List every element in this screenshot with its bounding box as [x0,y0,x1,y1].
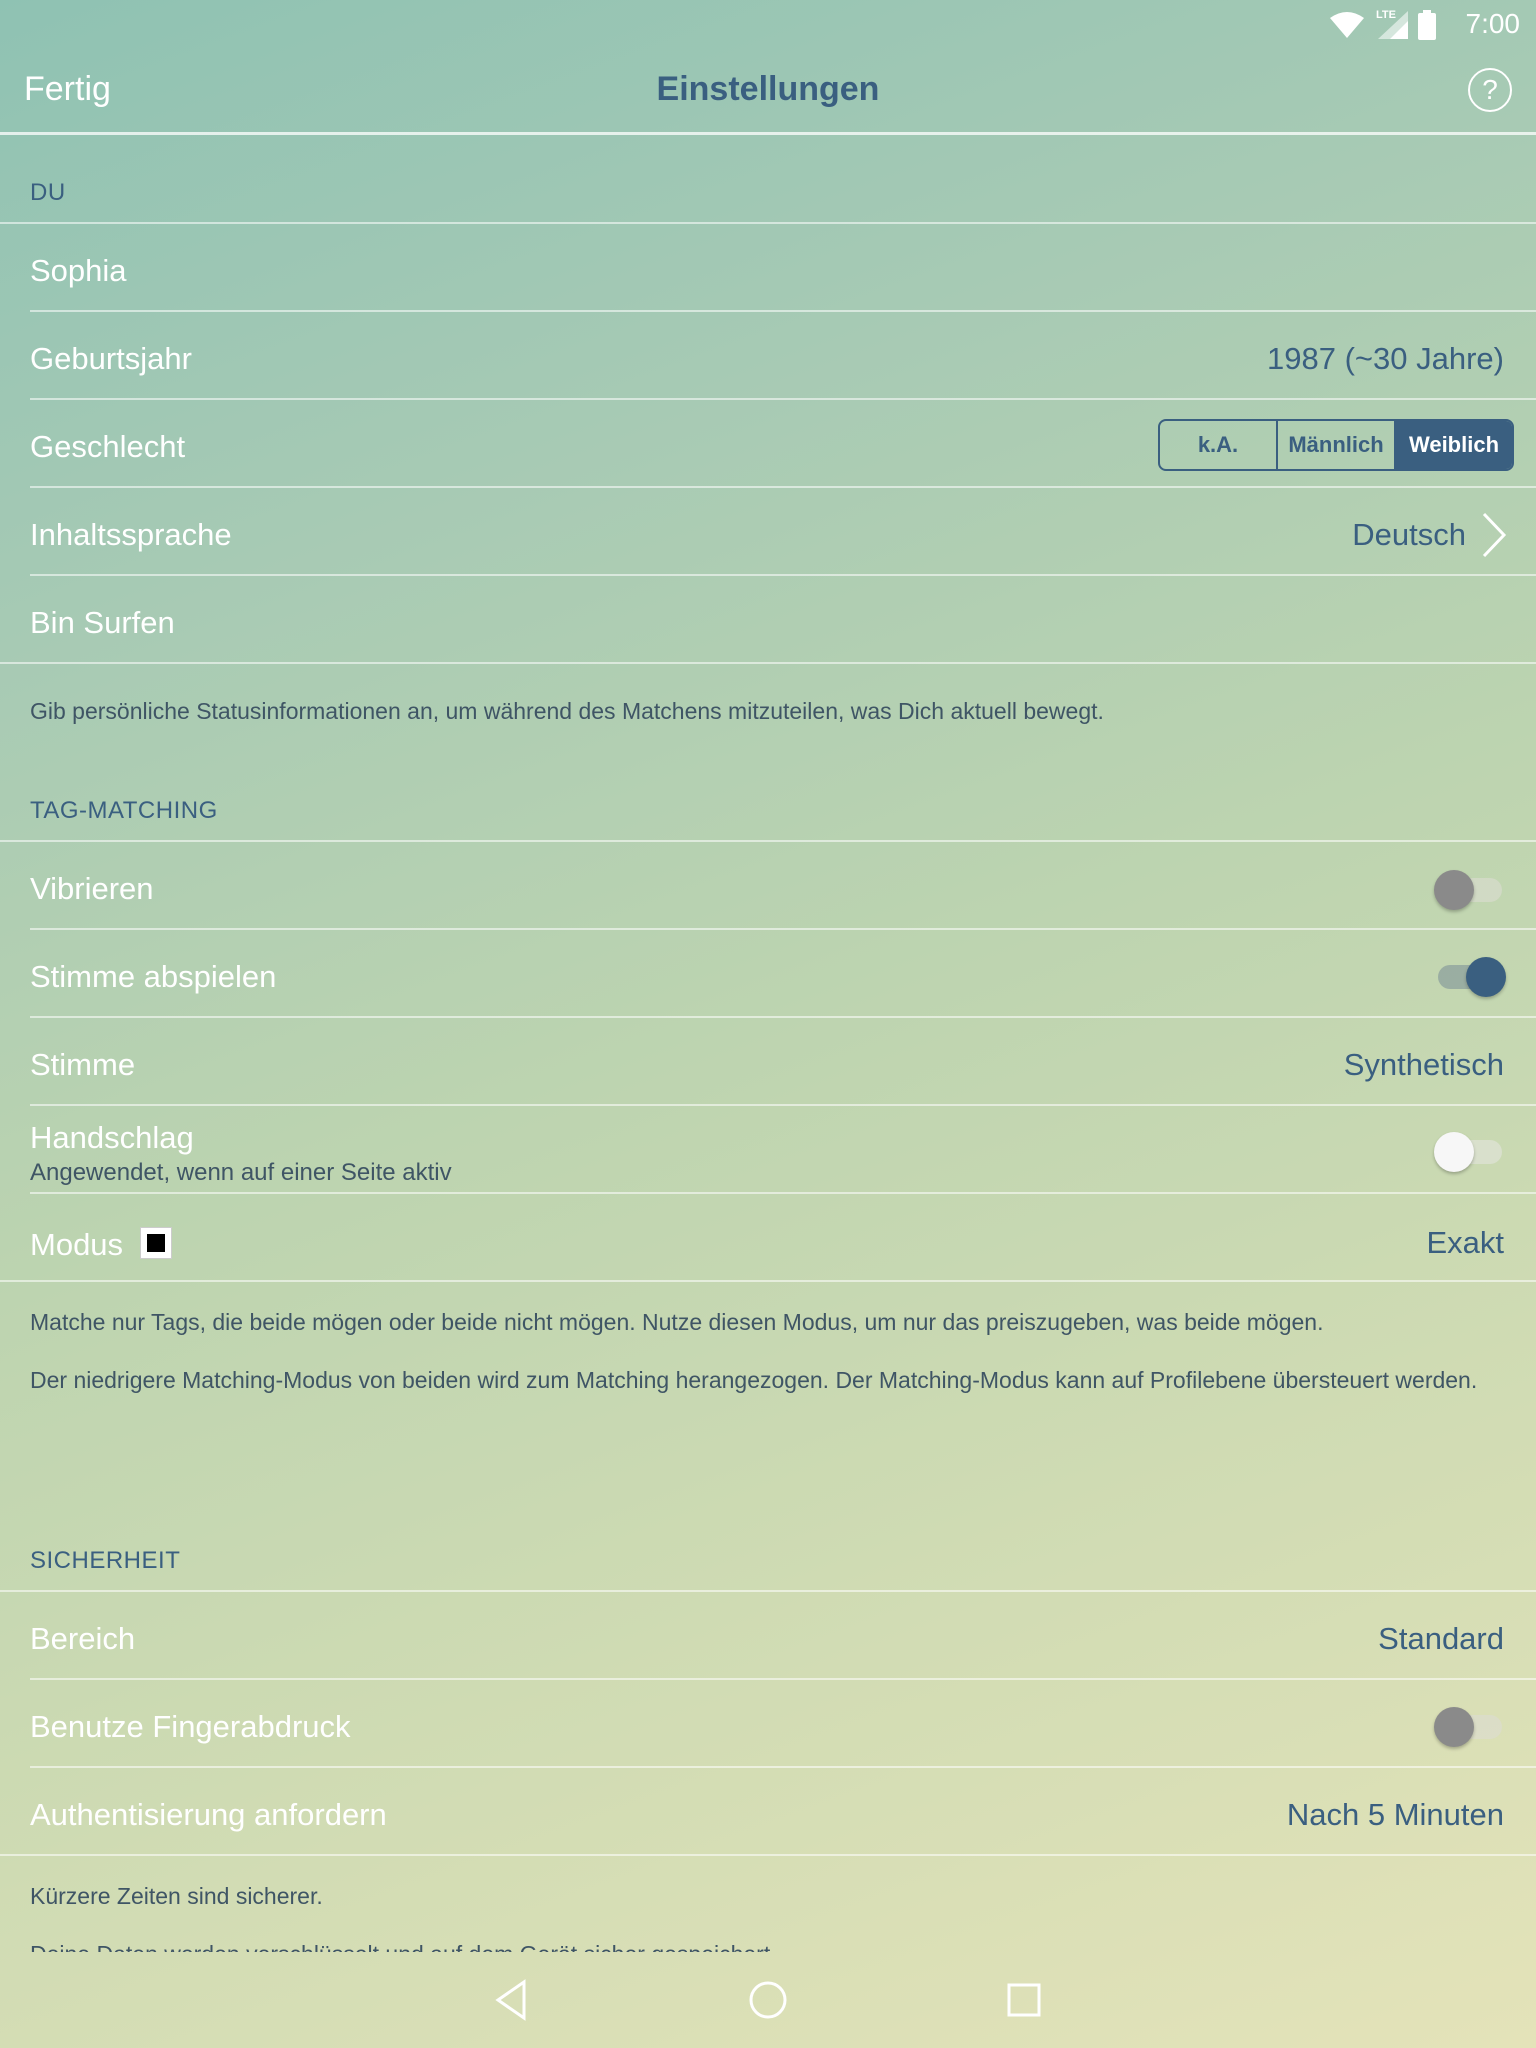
status-icons: LTE [1330,9,1436,40]
mode-label: Modus [30,1227,124,1262]
page-title: Einstellungen [656,70,880,108]
lte-icon: LTE [1374,9,1408,39]
divider [0,222,1536,224]
birth-year-label: Geburtsjahr [30,341,192,376]
divider [30,486,1536,488]
divider [30,310,1536,312]
gender-segmented-control: k.A. Männlich Weiblich [1158,419,1514,471]
divider [30,1016,1536,1018]
vibrate-label: Vibrieren [30,871,154,906]
status-note: Gib persönliche Statusinformationen an, … [30,698,1104,724]
area-label: Bereich [30,1621,136,1656]
toggle-knob [1434,1707,1474,1747]
vibrate-toggle[interactable] [1434,870,1502,910]
auth-label: Authentisierung anfordern [30,1797,387,1832]
fingerprint-toggle[interactable] [1434,1707,1502,1747]
divider [0,1590,1536,1592]
gender-option-female[interactable]: Weiblich [1396,421,1512,469]
status-time: 7:00 [1465,8,1521,39]
status-field[interactable]: Bin Surfen [30,605,175,641]
content-language-value[interactable]: Deutsch [1352,517,1466,553]
divider [0,1854,1536,1856]
help-icon[interactable]: ? [1468,68,1512,112]
mode-note-1: Matche nur Tags, die beide mögen oder be… [30,1309,1324,1335]
area-value[interactable]: Standard [1378,1621,1504,1657]
voice-value[interactable]: Synthetisch [1344,1047,1504,1083]
home-icon[interactable] [744,1976,792,2024]
divider [30,1678,1536,1680]
wifi-icon [1330,12,1364,38]
battery-icon [1418,10,1436,40]
recents-icon[interactable] [1000,1976,1048,2024]
name-field[interactable]: Sophia [30,253,127,289]
content-language-label: Inhaltssprache [30,517,232,552]
gender-option-ka[interactable]: k.A. [1160,421,1278,469]
fingerprint-label: Benutze Fingerabdruck [30,1709,351,1744]
handshake-label: Handschlag [30,1120,194,1155]
handshake-sublabel: Angewendet, wenn auf einer Seite aktiv [30,1159,452,1186]
mode-color-swatch [140,1227,172,1259]
divider [30,1104,1536,1106]
auth-value[interactable]: Nach 5 Minuten [1287,1797,1504,1833]
mode-value[interactable]: Exakt [1426,1225,1504,1261]
navigation-bar [0,1952,1536,2048]
back-icon[interactable] [488,1976,536,2024]
gender-option-male[interactable]: Männlich [1278,421,1396,469]
gender-label: Geschlecht [30,429,186,464]
toggle-knob [1434,1132,1474,1172]
handshake-toggle[interactable] [1434,1132,1502,1172]
play-voice-toggle[interactable] [1438,957,1506,997]
play-voice-label: Stimme abspielen [30,959,277,994]
divider [30,574,1536,576]
toggle-knob [1466,957,1506,997]
mode-note-2: Der niedrigere Matching-Modus von beiden… [30,1367,1478,1393]
divider [30,928,1536,930]
section-heading-du: DU [30,179,66,206]
divider [30,1766,1536,1768]
toggle-knob [1434,870,1474,910]
divider [30,398,1536,400]
divider [0,1280,1536,1282]
status-bar: LTE 7:00 [0,0,1536,48]
divider [0,840,1536,842]
birth-year-value[interactable]: 1987 (~30 Jahre) [1267,341,1504,377]
section-heading-security: SICHERHEIT [30,1547,181,1574]
clipped-note-container: Deine Daten werden verschlüsselt und auf… [0,1940,1536,1952]
divider [0,662,1536,664]
section-heading-tag-matching: TAG-MATCHING [30,797,218,824]
divider [30,1192,1536,1194]
security-note-2: Deine Daten werden verschlüsselt und auf… [30,1940,1510,1952]
voice-label: Stimme [30,1047,136,1082]
chevron-right-icon[interactable] [1480,512,1508,558]
app-header: Fertig Einstellungen ? [0,48,1536,135]
security-note-1: Kürzere Zeiten sind sicherer. [30,1883,323,1909]
